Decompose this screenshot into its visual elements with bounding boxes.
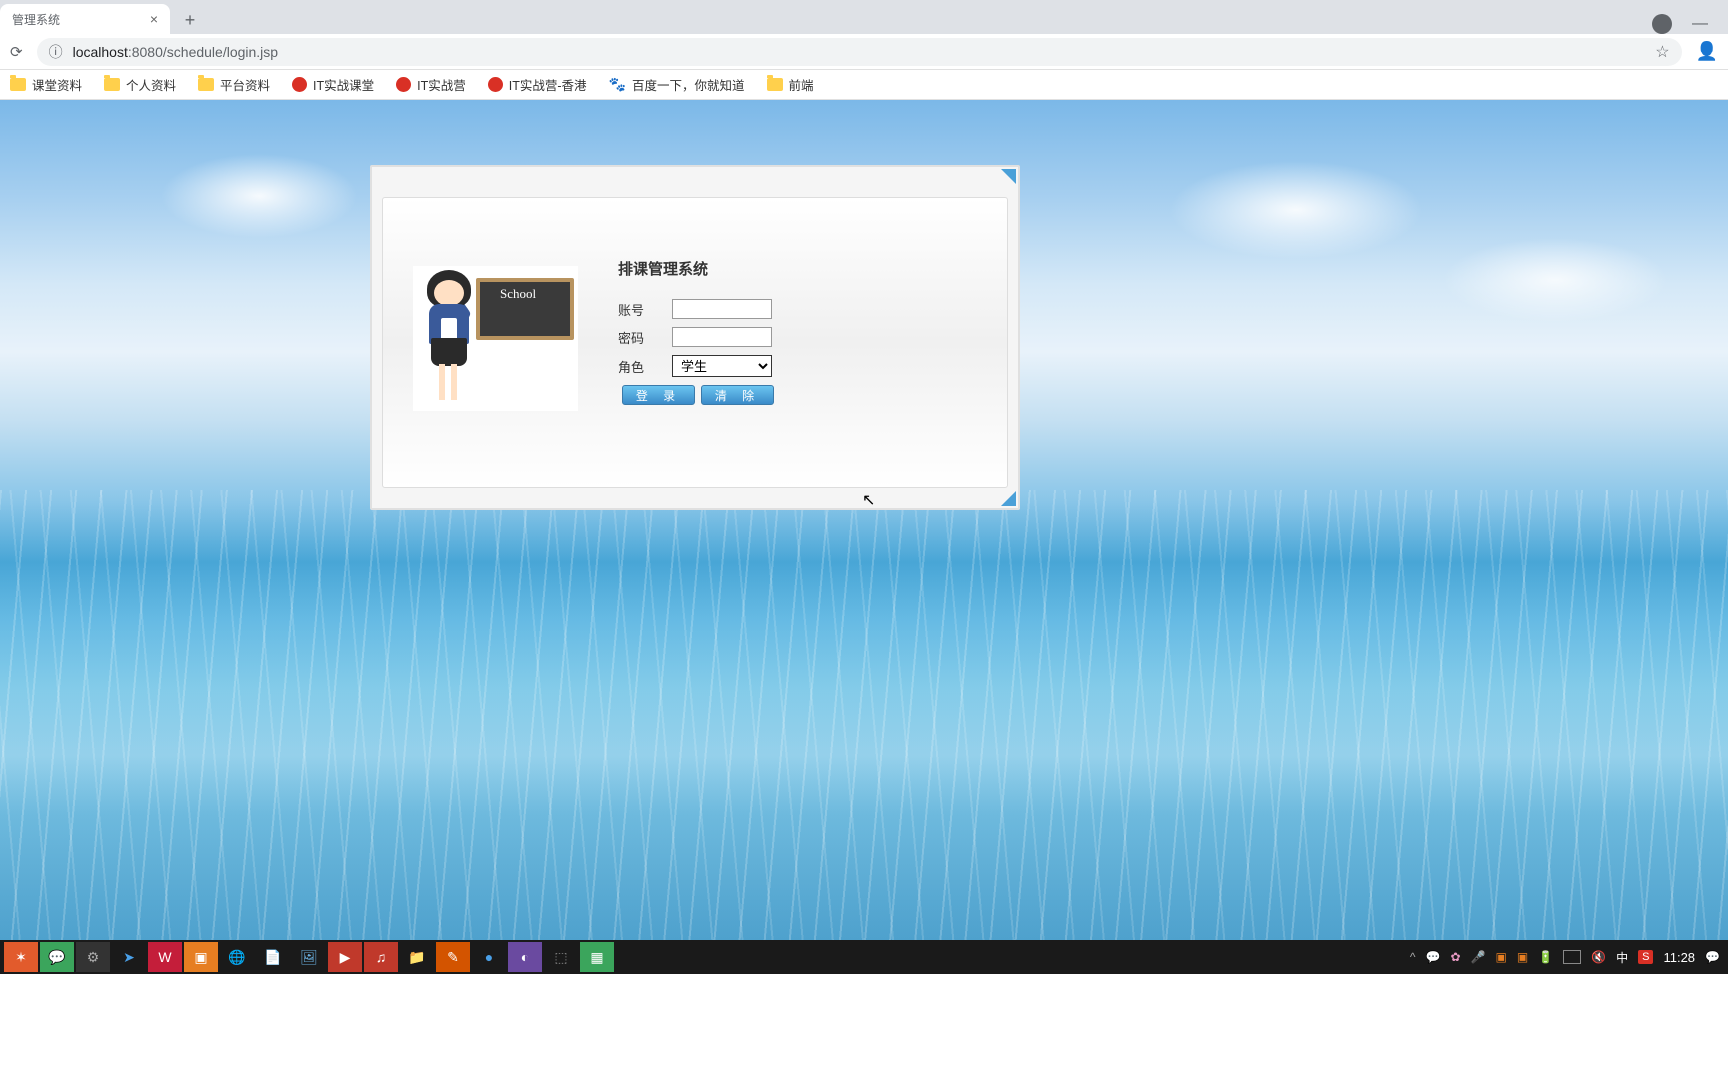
tray-flower-icon[interactable]: ✿ [1451,950,1461,964]
taskbar-app-icon[interactable]: ➤ [112,942,146,972]
close-tab-icon[interactable]: × [150,11,158,27]
bookmark-label: 个人资料 [126,75,176,94]
folder-icon [104,78,120,91]
taskbar-app-icon[interactable]: 📁 [400,942,434,972]
taskbar-app-icon[interactable]: ◐ [508,942,542,972]
taskbar-app-icon[interactable]: ▣ [184,942,218,972]
login-inner: School 排课管理系统 账号 密码 [382,197,1008,488]
taskbar-app-icon[interactable]: ▶ [328,942,362,972]
paw-icon: 🐾 [609,76,626,93]
page-background: School 排课管理系统 账号 密码 [0,100,1728,940]
bookmark-item[interactable]: 前端 [767,75,814,94]
decoration-icon [1001,491,1016,506]
url-host: localhost [73,44,128,60]
password-label: 密码 [618,328,672,347]
taskbar-app-icon[interactable]: ✎ [436,942,470,972]
board-text: School [480,282,570,302]
bookmark-item[interactable]: IT实战营-香港 [488,75,587,94]
taskbar-app-icon[interactable]: ⬚ [544,942,578,972]
tray-mic-icon[interactable]: 🎤 [1471,950,1486,964]
account-input[interactable] [672,299,772,319]
taskbar-app-icon[interactable]: W [148,942,182,972]
site-icon [396,77,411,92]
ime-indicator[interactable]: 中 [1616,949,1628,966]
input-method-icon[interactable]: S [1638,950,1653,964]
site-icon [488,77,503,92]
bookmark-item[interactable]: 🐾 百度一下，你就知道 [609,75,745,94]
taskbar-app-icon[interactable]: ● [472,942,506,972]
account-label: 账号 [618,300,672,319]
bookmark-label: 前端 [789,75,814,94]
bookmark-star-icon[interactable]: ☆ [1655,42,1669,62]
bookmark-item[interactable]: 课堂资料 [10,75,82,94]
url-port: :8080 [128,44,163,60]
login-panel: School 排课管理系统 账号 密码 [370,165,1020,510]
tray-app-icon[interactable]: ▣ [1517,950,1528,964]
login-button[interactable]: 登 录 [622,385,695,405]
role-label: 角色 [618,357,672,376]
address-bar: ⟳ ⓘ localhost:8080/schedule/login.jsp ☆ … [0,34,1728,70]
tray-monitor-icon[interactable] [1563,950,1581,964]
folder-icon [767,78,783,91]
tab-title: 管理系统 [12,11,60,28]
taskbar: ✶ 💬 ⚙ ➤ W ▣ 🌐 📄 🖼 ▶ ♫ 📁 ✎ ● ◐ ⬚ ▦ ^ 💬 ✿ … [0,940,1728,974]
site-info-icon[interactable]: ⓘ [49,42,63,62]
bookmark-item[interactable]: IT实战课堂 [292,75,374,94]
profile-avatar-icon[interactable] [1652,14,1672,34]
taskbar-app-icon[interactable]: ♫ [364,942,398,972]
bookmark-item[interactable]: 平台资料 [198,75,270,94]
reload-icon[interactable]: ⟳ [10,43,23,61]
taskbar-app-icon[interactable]: ▦ [580,942,614,972]
window-controls: — [1652,14,1728,34]
decoration-icon [1001,169,1016,184]
folder-icon [198,78,214,91]
taskbar-app-icon[interactable]: ✶ [4,942,38,972]
tab-strip: 管理系统 × + — [0,0,1728,34]
folder-icon [10,78,26,91]
bookmark-label: 平台资料 [220,75,270,94]
taskbar-app-icon[interactable]: ⚙ [76,942,110,972]
login-form: 排课管理系统 账号 密码 角色 学生 登 录 清 除 [618,258,774,447]
role-select[interactable]: 学生 [672,355,772,377]
site-icon [292,77,307,92]
bookmark-item[interactable]: 个人资料 [104,75,176,94]
taskbar-app-icon[interactable]: 📄 [256,942,290,972]
taskbar-app-icon[interactable]: 🌐 [220,942,254,972]
tray-wechat-icon[interactable]: 💬 [1426,950,1441,964]
tray-volume-icon[interactable]: 🔇 [1591,950,1606,964]
clock[interactable]: 11:28 [1663,950,1695,965]
new-tab-button[interactable]: + [176,6,204,34]
login-title: 排课管理系统 [618,258,774,279]
bookmark-label: IT实战课堂 [313,75,374,94]
clear-button[interactable]: 清 除 [701,385,774,405]
bookmark-item[interactable]: IT实战营 [396,75,466,94]
teacher-illustration: School [413,266,578,411]
active-tab[interactable]: 管理系统 × [0,4,170,34]
bookmark-label: 课堂资料 [32,75,82,94]
taskbar-app-icon[interactable]: 🖼 [292,942,326,972]
tray-battery-icon[interactable]: 🔋 [1538,950,1553,964]
tray-chevron-icon[interactable]: ^ [1410,950,1416,964]
bookmark-label: IT实战营 [417,75,466,94]
password-input[interactable] [672,327,772,347]
url-path: /schedule/login.jsp [163,44,278,60]
taskbar-app-icon[interactable]: 💬 [40,942,74,972]
user-menu-icon[interactable]: 👤 [1696,41,1718,62]
bookmarks-bar: 课堂资料 个人资料 平台资料 IT实战课堂 IT实战营 IT实战营-香港 🐾 百度… [0,70,1728,100]
bookmark-label: IT实战营-香港 [509,75,587,94]
bookmark-label: 百度一下，你就知道 [632,75,745,94]
notification-icon[interactable]: 💬 [1705,950,1720,964]
tray-app-icon[interactable]: ▣ [1496,950,1507,964]
url-input[interactable]: ⓘ localhost:8080/schedule/login.jsp ☆ [37,38,1682,66]
minimize-icon[interactable]: — [1692,15,1708,33]
